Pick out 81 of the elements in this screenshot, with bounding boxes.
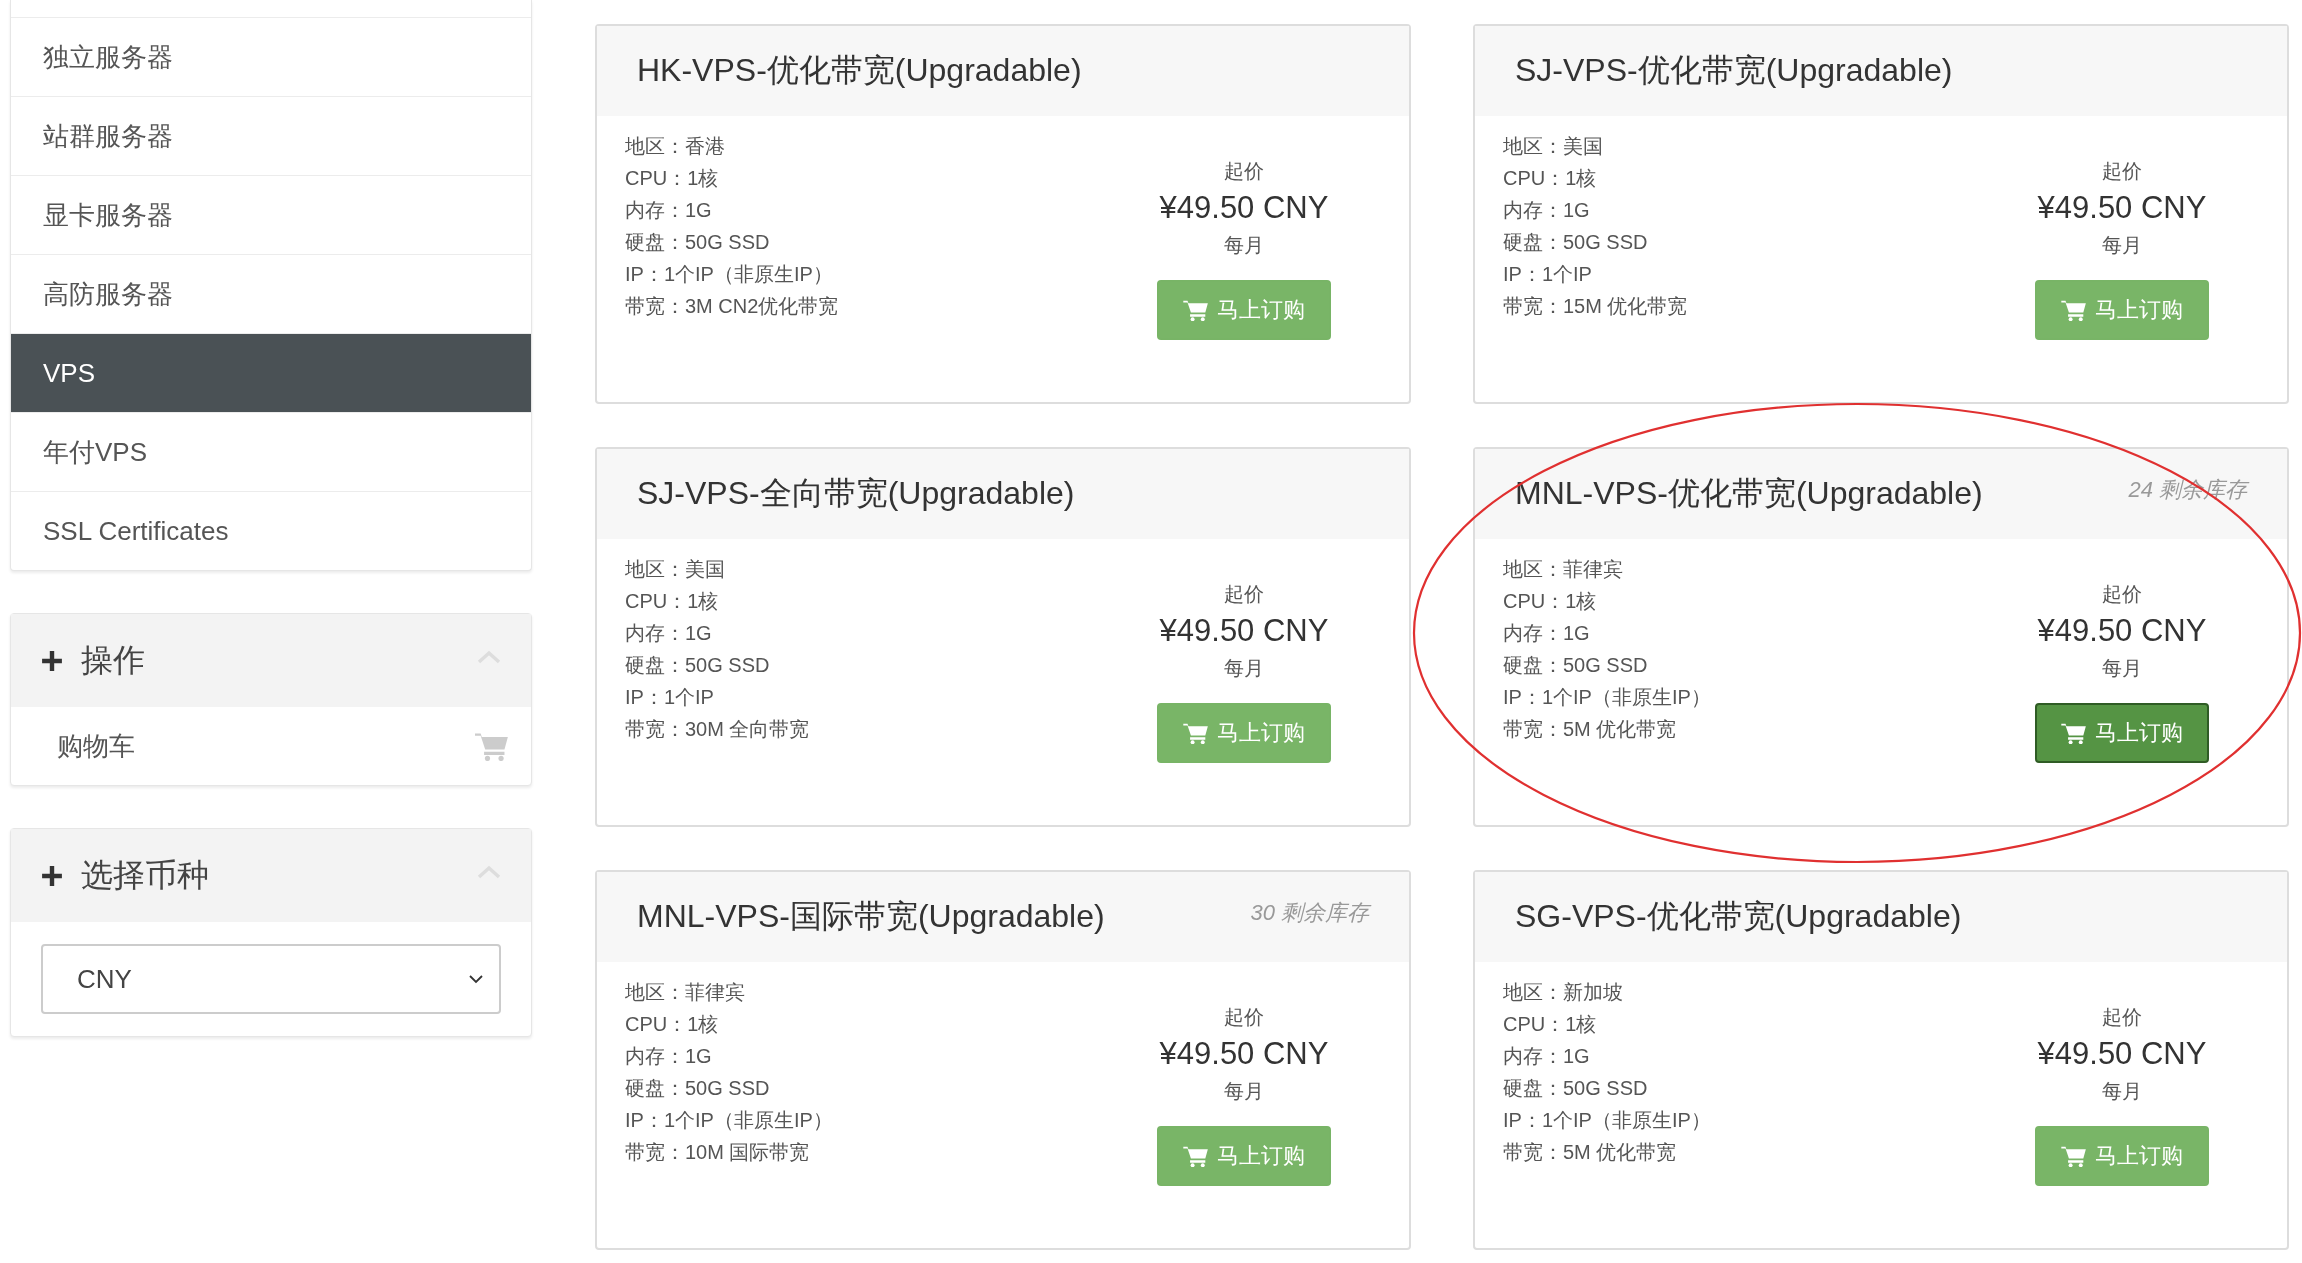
spec-line: CPU：1核 [1503,1012,1598,1037]
spec-line: CPU：1核 [1503,589,1598,614]
spec-line: 硬盘：50G SSD [625,230,771,255]
product-title: MNL-VPS-优化带宽(Upgradable) [1515,474,1983,513]
cart-icon [2061,299,2087,321]
category-item[interactable]: 年付VPS [11,413,531,492]
spec-line: IP：1个IP（非原生IP） [1503,1108,1711,1133]
cart-icon [475,731,509,761]
spec-line: 内存：1G [625,1044,713,1069]
panel-title: 选择币种 [81,855,210,895]
cart-icon [1183,1145,1209,1167]
category-item[interactable]: SSL Certificates [11,492,531,570]
spec-line: 硬盘：50G SSD [1503,1076,1649,1101]
spec-line: 带宽：10M 国际带宽 [625,1140,811,1165]
product-title: SJ-VPS-全向带宽(Upgradable) [637,474,1075,513]
spec-line: IP：1个IP（非原生IP） [625,262,834,287]
spec-line: CPU：1核 [625,166,720,191]
price: ¥49.50 CNY [2037,612,2207,650]
spec-line: CPU：1核 [625,1012,720,1037]
billing-period: 每月 [2102,233,2142,258]
panel-title: 操作 [81,640,146,680]
product-title: SJ-VPS-优化带宽(Upgradable) [1515,51,1953,90]
spec-line: 内存：1G [1503,1044,1591,1069]
billing-period: 每月 [2102,656,2142,681]
category-item[interactable]: 独立服务器 [11,18,531,97]
plus-icon [41,864,63,887]
price: ¥49.50 CNY [1159,189,1329,227]
price-label: 起价 [1224,582,1264,607]
cart-icon [1183,722,1209,744]
spec-line: 硬盘：50G SSD [625,1076,771,1101]
price-label: 起价 [2102,1005,2142,1030]
spec-line: 内存：1G [1503,198,1591,223]
currency-select[interactable]: CNY [41,944,501,1014]
price-label: 起价 [1224,159,1264,184]
spec-line: 内存：1G [1503,621,1591,646]
price-label: 起价 [2102,582,2142,607]
spec-line: 带宽：30M 全向带宽 [625,717,810,742]
spec-line: 地区：菲律宾 [1503,557,1624,582]
spec-line: 地区：美国 [1503,134,1604,159]
billing-period: 每月 [1224,233,1264,258]
spec-line: IP：1个IP（非原生IP） [1503,685,1711,710]
spec-line: 地区：美国 [625,557,726,582]
spec-line: 地区：新加坡 [1503,980,1624,1005]
cart-icon [2061,1145,2087,1167]
price: ¥49.50 CNY [1159,1035,1329,1073]
category-item[interactable]: 站群服务器 [11,97,531,176]
cart-icon [1183,299,1209,321]
spec-line: 地区：香港 [625,134,726,159]
price: ¥49.50 CNY [1159,612,1329,650]
spec-line: IP：1个IP [1503,262,1593,287]
product-title: HK-VPS-优化带宽(Upgradable) [637,51,1082,90]
cart-icon [2061,722,2087,744]
spec-line: 带宽：5M 优化带宽 [1503,717,1678,742]
spec-line: 内存：1G [625,621,713,646]
product-title: SG-VPS-优化带宽(Upgradable) [1515,897,1962,936]
spec-line: 带宽：3M CN2优化带宽 [625,294,839,319]
cart-link[interactable]: 购物车 [11,707,531,785]
billing-period: 每月 [1224,1079,1264,1104]
spec-line: CPU：1核 [1503,166,1598,191]
price-label: 起价 [1224,1005,1264,1030]
price: ¥49.50 CNY [2037,189,2207,227]
category-item[interactable]: VPS [11,334,531,413]
spec-line: 带宽：15M 优化带宽 [1503,294,1688,319]
order-button[interactable]: 马上订购 [2035,703,2209,763]
billing-period: 每月 [2102,1079,2142,1104]
price-label: 起价 [2102,159,2142,184]
spec-line: 带宽：5M 优化带宽 [1503,1140,1678,1165]
plus-icon [41,649,63,672]
spec-line: 硬盘：50G SSD [1503,230,1649,255]
spec-line: 硬盘：50G SSD [1503,653,1649,678]
spec-line: 硬盘：50G SSD [625,653,771,678]
billing-period: 每月 [1224,656,1264,681]
spec-line: 内存：1G [625,198,713,223]
price: ¥49.50 CNY [2037,1035,2207,1073]
spec-line: 地区：菲律宾 [625,980,746,1005]
spec-line: CPU：1核 [625,589,720,614]
category-item[interactable]: 显卡服务器 [11,176,531,255]
spec-line: IP：1个IP [625,685,715,710]
spec-line: IP：1个IP（非原生IP） [625,1108,833,1133]
chevron-down-icon [469,974,483,984]
product-title: MNL-VPS-国际带宽(Upgradable) [637,897,1105,936]
